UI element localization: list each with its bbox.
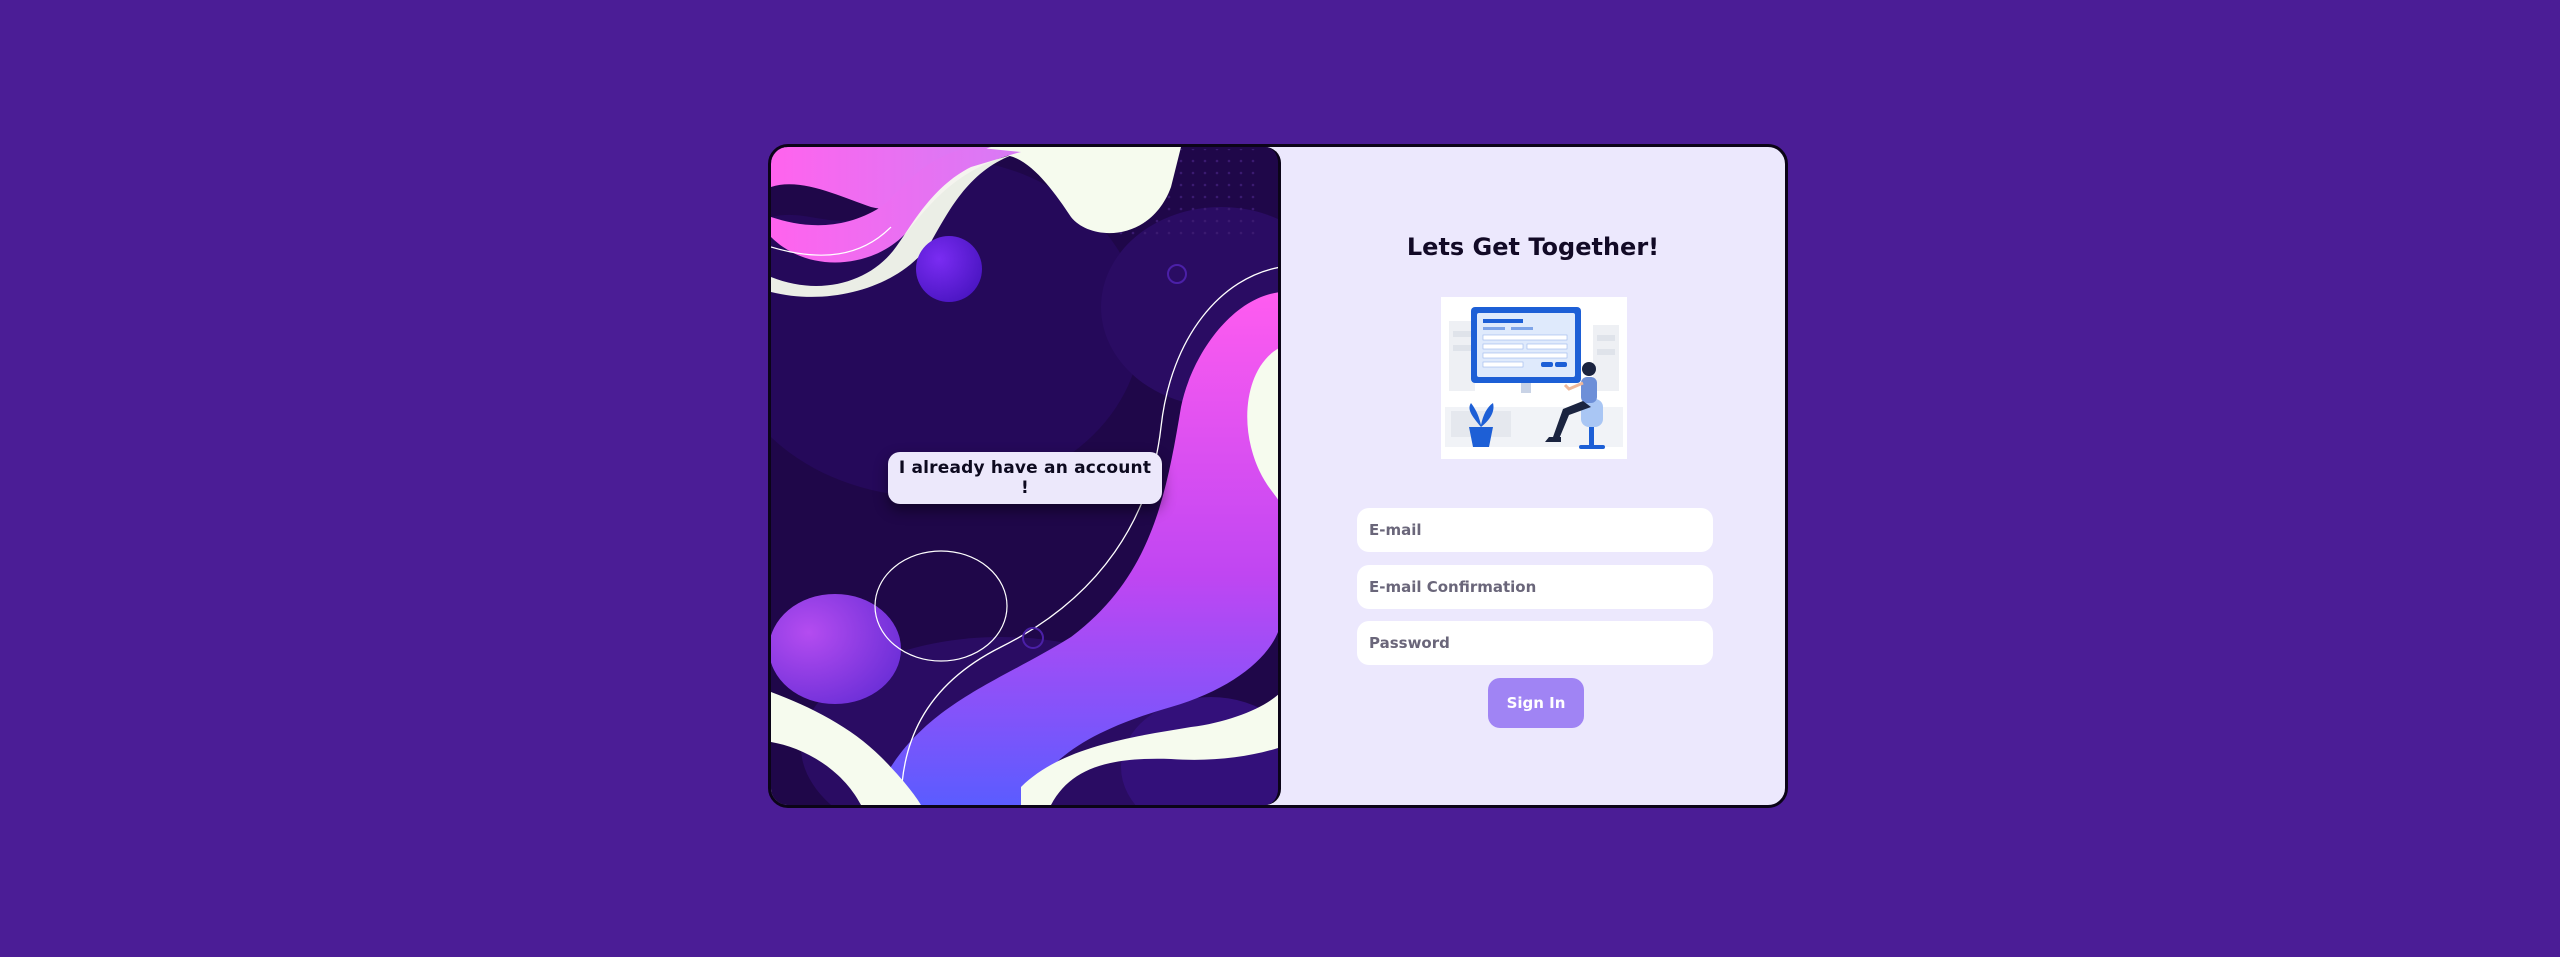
password-field[interactable]: [1357, 621, 1713, 665]
auth-card: I already have an account ! Lets Get Tog…: [768, 144, 1788, 808]
form-title: Lets Get Together!: [1406, 233, 1660, 261]
email-confirmation-field[interactable]: [1357, 565, 1713, 609]
signup-form-panel: Lets Get Together! E-mail E-mail Confirm…: [1281, 147, 1785, 805]
already-have-account-button[interactable]: I already have an account !: [888, 452, 1162, 504]
person-filling-form-illustration: [1441, 297, 1627, 459]
left-panel: I already have an account !: [771, 147, 1281, 805]
sign-in-button[interactable]: Sign In: [1488, 678, 1584, 728]
email-field[interactable]: [1357, 508, 1713, 552]
